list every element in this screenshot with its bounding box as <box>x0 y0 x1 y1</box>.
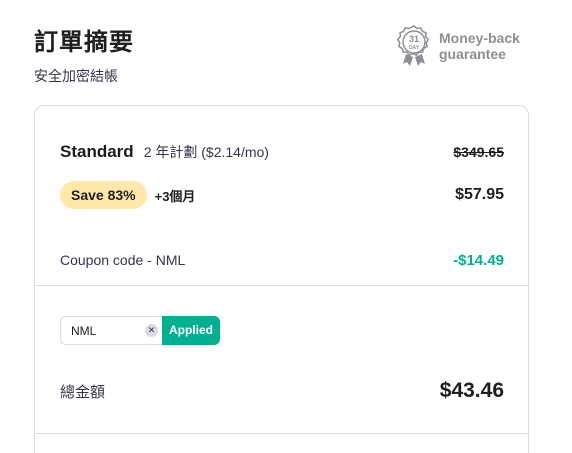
guarantee-line1: Money-back <box>439 30 520 46</box>
badge-number: 31 <box>409 34 419 44</box>
page-title: 訂單摘要 <box>34 29 134 56</box>
plan-name: Standard <box>60 142 134 161</box>
save-badge: Save 83% <box>60 181 147 209</box>
order-summary-page: 訂單摘要 安全加密結帳 31 DAY Money-back guarantee … <box>0 0 572 453</box>
total-row: 總金額 $43.46 <box>60 376 504 406</box>
extra-months-label: +3個月 <box>154 188 196 204</box>
plan-row: Standard 2 年計劃 ($2.14/mo) $349.65 <box>60 142 504 162</box>
total-label: 總金額 <box>60 383 106 401</box>
coupon-row: Coupon code - NML -$14.49 <box>60 248 504 272</box>
applied-button[interactable]: Applied <box>162 316 220 345</box>
coupon-label: Coupon code - NML <box>60 252 186 268</box>
original-price: $349.65 <box>453 144 504 160</box>
divider <box>35 433 528 434</box>
total-value: $43.46 <box>439 379 504 402</box>
summary-card: Standard 2 年計劃 ($2.14/mo) $349.65 Save 8… <box>34 105 529 453</box>
coupon-field: NML ✕ Applied <box>60 316 220 345</box>
badge-unit: DAY <box>409 45 420 51</box>
coupon-discount: -$14.49 <box>453 251 504 269</box>
secure-checkout-label: 安全加密結帳 <box>34 68 118 84</box>
money-back-guarantee: 31 DAY Money-back guarantee <box>395 24 520 68</box>
plan-period: 2 年計劃 ($2.14/mo) <box>143 144 269 160</box>
coupon-input[interactable]: NML ✕ <box>60 316 162 345</box>
discount-row: Save 83% +3個月 $57.95 <box>60 181 504 209</box>
guarantee-line2: guarantee <box>439 46 506 62</box>
ribbon-badge-icon: 31 DAY <box>396 25 430 66</box>
plan-price: $57.95 <box>455 186 504 203</box>
guarantee-text: Money-back guarantee <box>439 30 520 62</box>
divider <box>35 285 528 286</box>
coupon-input-value: NML <box>71 323 97 338</box>
close-icon[interactable]: ✕ <box>145 324 158 337</box>
